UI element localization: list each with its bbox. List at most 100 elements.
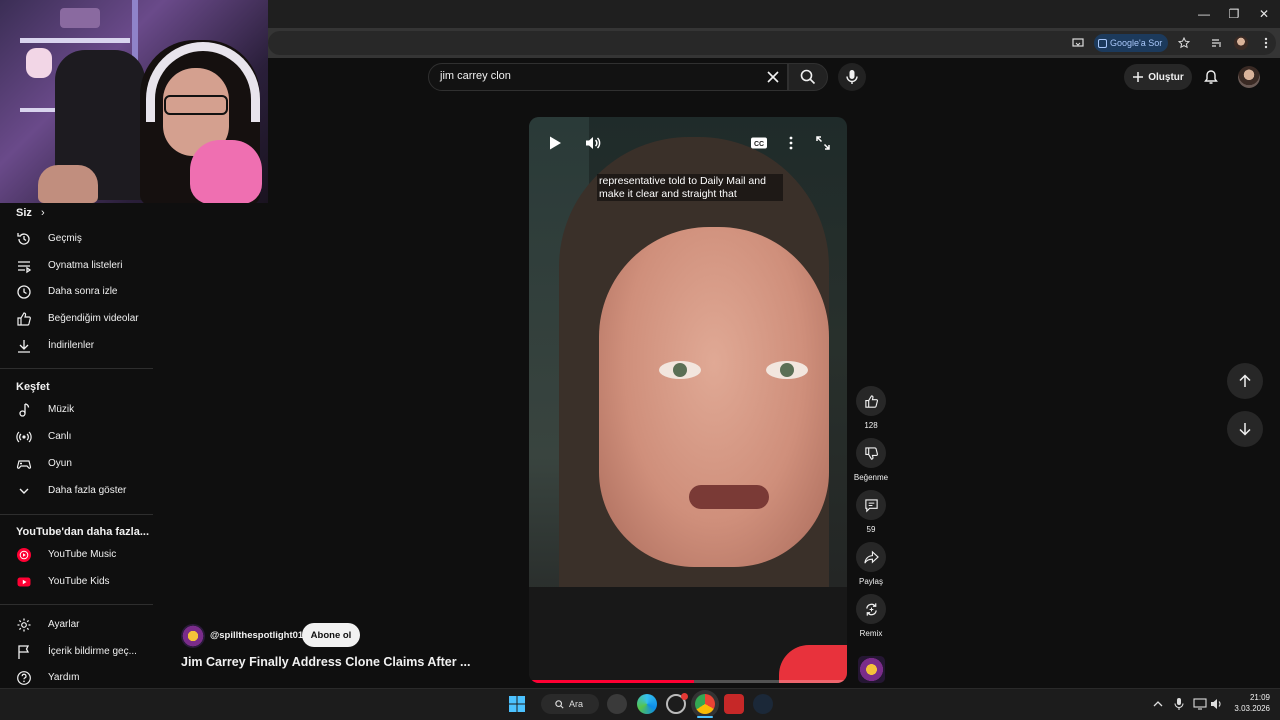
volume-icon	[586, 137, 601, 149]
player-more-button[interactable]	[781, 133, 801, 153]
sidebar-item-label: Daha sonra izle	[48, 286, 118, 297]
clear-search-icon[interactable]	[765, 69, 781, 85]
video-caption: representative told to Daily Mail and ma…	[597, 174, 783, 201]
channel-avatar[interactable]	[181, 624, 205, 648]
chevron-up-icon[interactable]	[1151, 697, 1165, 711]
search-button[interactable]	[788, 63, 828, 91]
sidebar-item-playlists[interactable]: Oynatma listeleri	[0, 253, 160, 279]
remix-icon	[865, 602, 877, 616]
sidebar-item-gaming[interactable]: Oyun	[0, 451, 160, 477]
more-vertical-icon	[789, 136, 793, 150]
gear-icon	[17, 618, 31, 632]
volume-button[interactable]	[583, 133, 603, 153]
app-icon[interactable]	[607, 694, 627, 714]
chrome-browser-icon[interactable]	[695, 694, 715, 714]
account-avatar[interactable]	[1238, 66, 1260, 88]
share-button[interactable]	[856, 542, 886, 572]
edge-browser-icon[interactable]	[637, 694, 657, 714]
sidebar-item-live[interactable]: Canlı	[0, 424, 160, 450]
restore-button[interactable]: ❐	[1219, 4, 1249, 24]
sidebar-item-label: Oyun	[48, 458, 72, 469]
comment-icon	[864, 498, 878, 512]
short-video-player[interactable]: CC representative told to Daily Mail and…	[529, 117, 847, 683]
sidebar-item-label: Canlı	[48, 431, 72, 442]
app-icon[interactable]	[724, 694, 744, 714]
sidebar-item-music[interactable]: Müzik	[0, 397, 160, 423]
flag-icon	[18, 645, 30, 659]
profile-avatar-icon[interactable]	[1231, 33, 1251, 53]
sidebar-item-label: YouTube Music	[48, 549, 117, 560]
channel-handle[interactable]: @spillthespotlight01	[210, 630, 303, 641]
live-icon	[16, 431, 32, 443]
explore-heading: Keşfet	[16, 381, 50, 393]
minimize-button[interactable]: —	[1189, 4, 1219, 24]
sidebar-item-liked-videos[interactable]: Beğendiğim videolar	[0, 306, 160, 332]
clock-time: 21:09	[1249, 693, 1270, 702]
cast-icon[interactable]	[1068, 33, 1088, 53]
sidebar-divider	[0, 514, 153, 515]
bell-icon	[1204, 70, 1218, 84]
you-section-heading[interactable]: Siz ›	[16, 207, 45, 219]
sidebar-item-downloads[interactable]: İndirilenler	[0, 333, 160, 359]
fullscreen-button[interactable]	[813, 133, 833, 153]
thumbs-down-icon	[864, 446, 878, 460]
microphone-icon[interactable]	[1172, 697, 1186, 711]
next-short-button[interactable]	[1227, 411, 1263, 447]
sidebar-item-label: Ayarlar	[48, 619, 80, 630]
windows-start-icon[interactable]	[507, 694, 527, 714]
sidebar-item-label: İçerik bildirme geç...	[48, 646, 137, 657]
sidebar: Siz › Geçmiş Oynatma listeleri Daha sonr…	[0, 203, 160, 688]
sidebar-item-youtube-music[interactable]: YouTube Music	[0, 542, 160, 568]
dislike-button[interactable]	[856, 438, 886, 468]
captions-button[interactable]: CC	[749, 133, 769, 153]
display-icon[interactable]	[1193, 697, 1207, 711]
bookmark-star-icon[interactable]	[1174, 33, 1194, 53]
create-button[interactable]: Oluştur	[1124, 64, 1192, 90]
sound-thumbnail[interactable]	[858, 656, 885, 683]
history-icon	[17, 233, 30, 245]
video-progress-bar[interactable]	[529, 680, 847, 683]
browser-menu-icon[interactable]	[1256, 33, 1276, 53]
voice-search-button[interactable]	[838, 63, 866, 91]
notifications-button[interactable]	[1200, 66, 1222, 88]
music-note-icon	[19, 403, 30, 417]
previous-short-button[interactable]	[1227, 363, 1263, 399]
sidebar-item-label: Yardım	[48, 672, 80, 683]
app-icon[interactable]	[666, 693, 688, 714]
sidebar-item-watch-later[interactable]: Daha sonra izle	[0, 279, 160, 305]
sidebar-item-label: Geçmiş	[48, 233, 82, 244]
like-button[interactable]	[856, 386, 886, 416]
taskbar-search-button[interactable]: Ara	[541, 694, 599, 714]
video-title[interactable]: Jim Carrey Finally Address Clone Claims …	[181, 655, 470, 669]
media-controls-icon[interactable]	[1207, 33, 1227, 53]
sidebar-item-youtube-kids[interactable]: YouTube Kids	[0, 569, 160, 595]
sidebar-item-show-more[interactable]: Daha fazla göster	[0, 478, 160, 504]
search-input[interactable]: jim carrey clon	[428, 63, 788, 91]
subscribe-button[interactable]: Abone ol	[302, 623, 360, 647]
speaker-icon[interactable]	[1210, 697, 1224, 711]
chevron-down-icon	[19, 488, 29, 494]
comments-button[interactable]	[856, 490, 886, 520]
remix-button[interactable]	[856, 594, 886, 624]
clock-icon	[17, 285, 31, 299]
share-action: Paylaş	[853, 542, 889, 586]
close-window-button[interactable]: ✕	[1249, 4, 1279, 24]
sidebar-item-settings[interactable]: Ayarlar	[0, 612, 160, 638]
ask-google-button[interactable]: Google'a Sor	[1094, 34, 1169, 52]
dislike-action: Beğenme	[853, 438, 889, 482]
dislike-label: Beğenme	[853, 473, 889, 482]
like-count: 128	[864, 421, 878, 430]
search-icon	[555, 699, 564, 709]
you-heading-label: Siz	[16, 207, 32, 219]
sidebar-item-history[interactable]: Geçmiş	[0, 226, 160, 252]
play-button[interactable]	[545, 133, 565, 153]
video-person-eye	[659, 361, 701, 379]
search-query-text: jim carrey clon	[440, 70, 511, 82]
steam-icon[interactable]	[753, 694, 773, 714]
sidebar-item-report-history[interactable]: İçerik bildirme geç...	[0, 639, 160, 665]
chevron-right-icon: ›	[40, 207, 45, 219]
like-action: 128	[853, 386, 889, 430]
help-icon	[17, 671, 31, 685]
system-clock[interactable]: 21:09 3.03.2026	[1226, 692, 1270, 714]
webcam-overlay	[0, 0, 268, 203]
